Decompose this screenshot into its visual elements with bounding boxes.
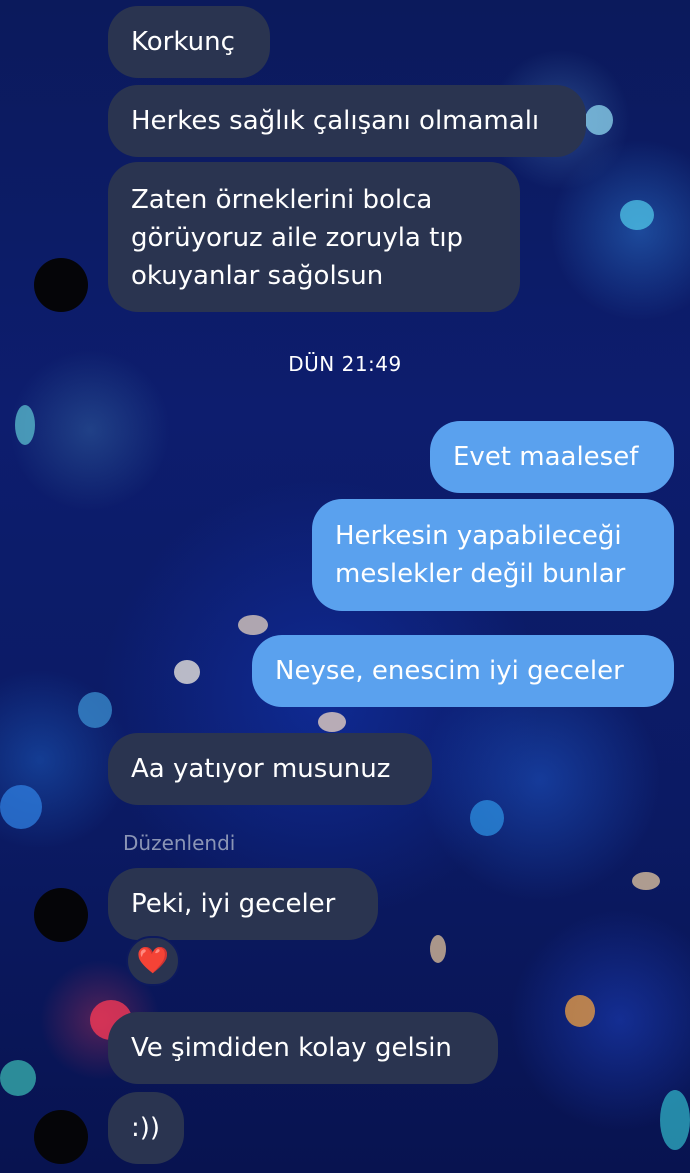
contact-avatar[interactable] [34,888,88,942]
wallpaper-confetti [78,692,112,728]
outgoing-message[interactable]: Neyse, enescim iyi geceler [252,635,674,707]
wallpaper-confetti [470,800,504,836]
contact-avatar[interactable] [34,258,88,312]
wallpaper-confetti [430,935,446,963]
wallpaper-confetti [238,615,268,635]
outgoing-message[interactable]: Herkesin yapabileceği meslekler değil bu… [312,499,674,611]
incoming-message[interactable]: Herkes sağlık çalışanı olmamalı [108,85,586,157]
wallpaper-confetti [660,1090,690,1150]
contact-avatar[interactable] [34,1110,88,1164]
edited-label: Düzenlendi [123,831,236,855]
incoming-message[interactable]: Korkunç [108,6,270,78]
incoming-message[interactable]: Peki, iyi geceler [108,868,378,940]
message-reaction[interactable]: ❤️ [126,936,180,986]
wallpaper-confetti [632,872,660,890]
wallpaper-confetti [0,1060,36,1096]
wallpaper-confetti [15,405,35,445]
incoming-message[interactable]: Aa yatıyor musunuz [108,733,432,805]
wallpaper-confetti [620,200,654,230]
wallpaper-confetti [585,105,613,135]
incoming-message[interactable]: :)) [108,1092,184,1164]
message-timestamp: DÜN 21:49 [288,352,402,376]
heart-icon: ❤️ [136,946,170,976]
outgoing-message[interactable]: Evet maalesef [430,421,674,493]
wallpaper-confetti [0,785,42,829]
wallpaper-confetti [318,712,346,732]
incoming-message[interactable]: Zaten örneklerini bolca görüyoruz aile z… [108,162,520,312]
wallpaper-confetti [565,995,595,1027]
incoming-message[interactable]: Ve şimdiden kolay gelsin [108,1012,498,1084]
wallpaper-confetti [174,660,200,684]
